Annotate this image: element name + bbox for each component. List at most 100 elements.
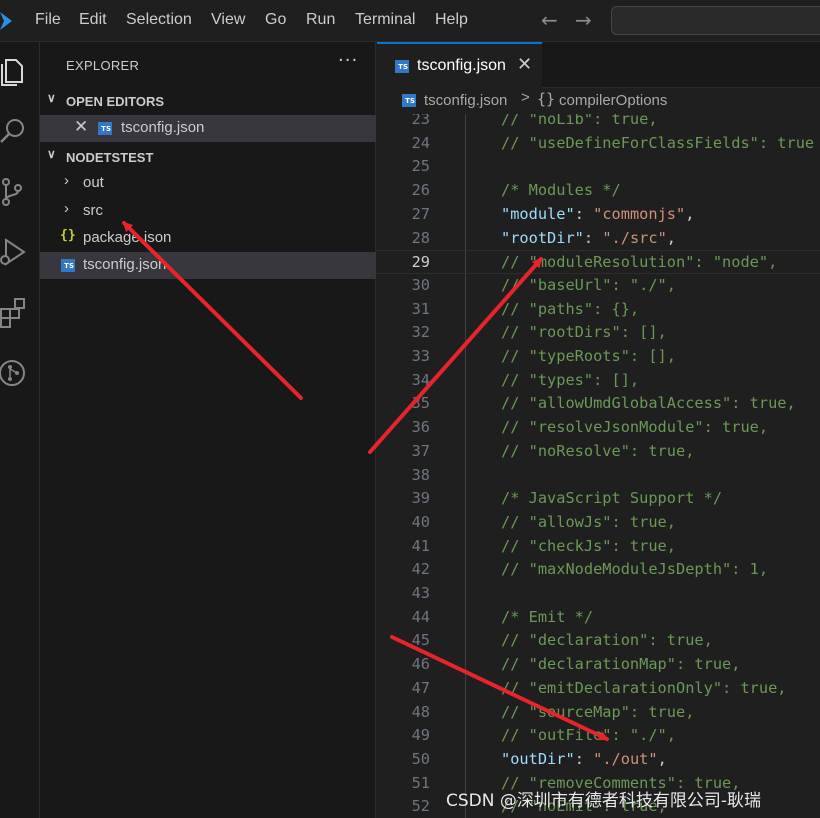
line-number: 32: [411, 323, 430, 342]
open-editor-item[interactable]: ✕ TS tsconfig.json: [40, 115, 376, 142]
extensions-icon[interactable]: [0, 296, 28, 328]
chevron-right-icon: ›: [64, 200, 69, 217]
code-line[interactable]: 35 // "allowUmdGlobalAccess": true,: [377, 392, 820, 416]
tree-item-src[interactable]: › src: [40, 198, 376, 225]
code-text: // "declarationMap": true,: [501, 655, 740, 673]
line-number: 38: [411, 465, 430, 484]
menu-edit[interactable]: Edit: [79, 11, 107, 29]
code-line[interactable]: 49 // "outFile": "./",: [377, 724, 820, 748]
code-token: // "paths": {},: [501, 299, 640, 318]
code-line[interactable]: 27 "module": "commonjs",: [377, 203, 820, 227]
tree-item-out[interactable]: › out: [40, 170, 376, 197]
open-editors-header[interactable]: ∨ OPEN EDITORS: [40, 90, 376, 114]
close-icon[interactable]: ✕: [517, 54, 532, 75]
line-number: 49: [411, 726, 430, 745]
code-line[interactable]: 23 // "noLib": true,: [377, 114, 820, 132]
menu-terminal[interactable]: Terminal: [355, 11, 415, 29]
code-token: // "noResolve": true,: [501, 441, 695, 460]
code-line[interactable]: 48 // "sourceMap": true,: [377, 701, 820, 725]
code-text: // "resolveJsonModule": true,: [501, 418, 768, 436]
vscode-logo-icon: [0, 12, 12, 30]
code-line[interactable]: 31 // "paths": {},: [377, 298, 820, 322]
code-line[interactable]: 36 // "resolveJsonModule": true,: [377, 416, 820, 440]
menu-go[interactable]: Go: [265, 11, 286, 29]
code-line[interactable]: 28 "rootDir": "./src",: [377, 227, 820, 251]
menu-help[interactable]: Help: [435, 11, 468, 29]
typescript-config-icon: TS: [395, 60, 409, 73]
typescript-config-icon: TS: [61, 259, 75, 272]
code-token: // "sourceMap": true,: [501, 702, 695, 721]
code-line[interactable]: 42 // "maxNodeModuleJsDepth": 1,: [377, 558, 820, 582]
code-line[interactable]: 32 // "rootDirs": [],: [377, 321, 820, 345]
code-text: // "paths": {},: [501, 300, 639, 318]
menu-file[interactable]: File: [35, 11, 61, 29]
code-token: "rootDir": [501, 228, 584, 247]
command-center-search[interactable]: [611, 6, 820, 35]
git-graph-icon[interactable]: [0, 356, 28, 388]
code-line[interactable]: 29 // "moduleResolution": "node",: [377, 250, 820, 275]
breadcrumb-file[interactable]: tsconfig.json: [424, 92, 507, 109]
code-line[interactable]: 37 // "noResolve": true,: [377, 440, 820, 464]
more-actions-icon[interactable]: ···: [338, 50, 358, 71]
code-text: // "maxNodeModuleJsDepth": 1,: [501, 560, 768, 578]
code-line[interactable]: 34 // "types": [],: [377, 369, 820, 393]
line-number: 23: [411, 114, 430, 128]
code-line[interactable]: 47 // "emitDeclarationOnly": true,: [377, 677, 820, 701]
line-number: 48: [411, 702, 430, 721]
explorer-title: EXPLORER: [66, 58, 140, 73]
code-line[interactable]: 45 // "declaration": true,: [377, 629, 820, 653]
code-token: // "outFile": "./",: [501, 726, 676, 745]
code-line[interactable]: 26 /* Modules */: [377, 179, 820, 203]
menu-selection[interactable]: Selection: [126, 11, 192, 29]
line-number: 26: [411, 181, 430, 200]
line-number: 50: [411, 749, 430, 768]
code-line[interactable]: 33 // "typeRoots": [],: [377, 345, 820, 369]
code-text: // "allowJs": true,: [501, 513, 676, 531]
code-token: // "resolveJsonModule": true,: [501, 418, 769, 437]
breadcrumb-symbol[interactable]: compilerOptions: [559, 92, 667, 109]
code-line[interactable]: 43: [377, 582, 820, 606]
tree-item-label: tsconfig.json: [83, 256, 167, 273]
search-icon[interactable]: [0, 114, 28, 146]
code-token: // "moduleResolution": "node",: [501, 253, 778, 272]
tree-item-label: out: [83, 174, 104, 191]
run-debug-icon[interactable]: [0, 236, 28, 268]
code-token: // "useDefineForClassFields": true: [501, 133, 815, 152]
code-text: /* Modules */: [501, 181, 621, 199]
code-text: // "allowUmdGlobalAccess": true,: [501, 394, 796, 412]
code-line[interactable]: 39 /* JavaScript Support */: [377, 487, 820, 511]
menu-view[interactable]: View: [211, 11, 245, 29]
code-token: // "allowJs": true,: [501, 512, 676, 531]
chevron-down-icon: ∨: [47, 91, 56, 105]
code-line[interactable]: 24 // "useDefineForClassFields": true: [377, 132, 820, 156]
code-line[interactable]: 50 "outDir": "./out",: [377, 748, 820, 772]
code-token: // "typeRoots": [],: [501, 347, 676, 365]
line-number: 51: [411, 773, 430, 792]
tab-tsconfig[interactable]: TS tsconfig.json ✕: [377, 42, 542, 88]
code-text: // "noResolve": true,: [501, 442, 694, 460]
code-line[interactable]: 30 // "baseUrl": "./",: [377, 274, 820, 298]
go-forward-icon[interactable]: →: [575, 8, 592, 32]
code-line[interactable]: 44 /* Emit */: [377, 606, 820, 630]
code-line[interactable]: 25: [377, 155, 820, 179]
go-back-icon[interactable]: ←: [541, 8, 558, 32]
code-line[interactable]: 40 // "allowJs": true,: [377, 511, 820, 535]
code-token: "outDir": [501, 749, 575, 768]
code-editor[interactable]: 23 // "noLib": true, 24 // "useDefineForCla…: [377, 114, 820, 818]
close-icon[interactable]: ✕: [74, 117, 88, 137]
code-text: "outDir": "./out",: [501, 750, 667, 768]
explorer-icon[interactable]: [0, 54, 28, 86]
workspace-header[interactable]: ∨ NODETSTEST: [40, 146, 376, 170]
tree-item-package-json[interactable]: {} package.json: [40, 225, 376, 252]
tree-item-tsconfig-json[interactable]: TS tsconfig.json: [40, 252, 376, 279]
source-control-icon[interactable]: [0, 176, 28, 208]
typescript-config-icon: TS: [402, 94, 416, 107]
code-line[interactable]: 41 // "checkJs": true,: [377, 535, 820, 559]
menu-run[interactable]: Run: [306, 11, 335, 29]
code-line[interactable]: 38: [377, 464, 820, 488]
chevron-right-icon: ›: [64, 172, 69, 189]
line-number: 52: [411, 797, 430, 816]
code-text: // "typeRoots": [],: [501, 347, 676, 365]
code-line[interactable]: 46 // "declarationMap": true,: [377, 653, 820, 677]
code-token: "commonjs": [593, 204, 686, 223]
